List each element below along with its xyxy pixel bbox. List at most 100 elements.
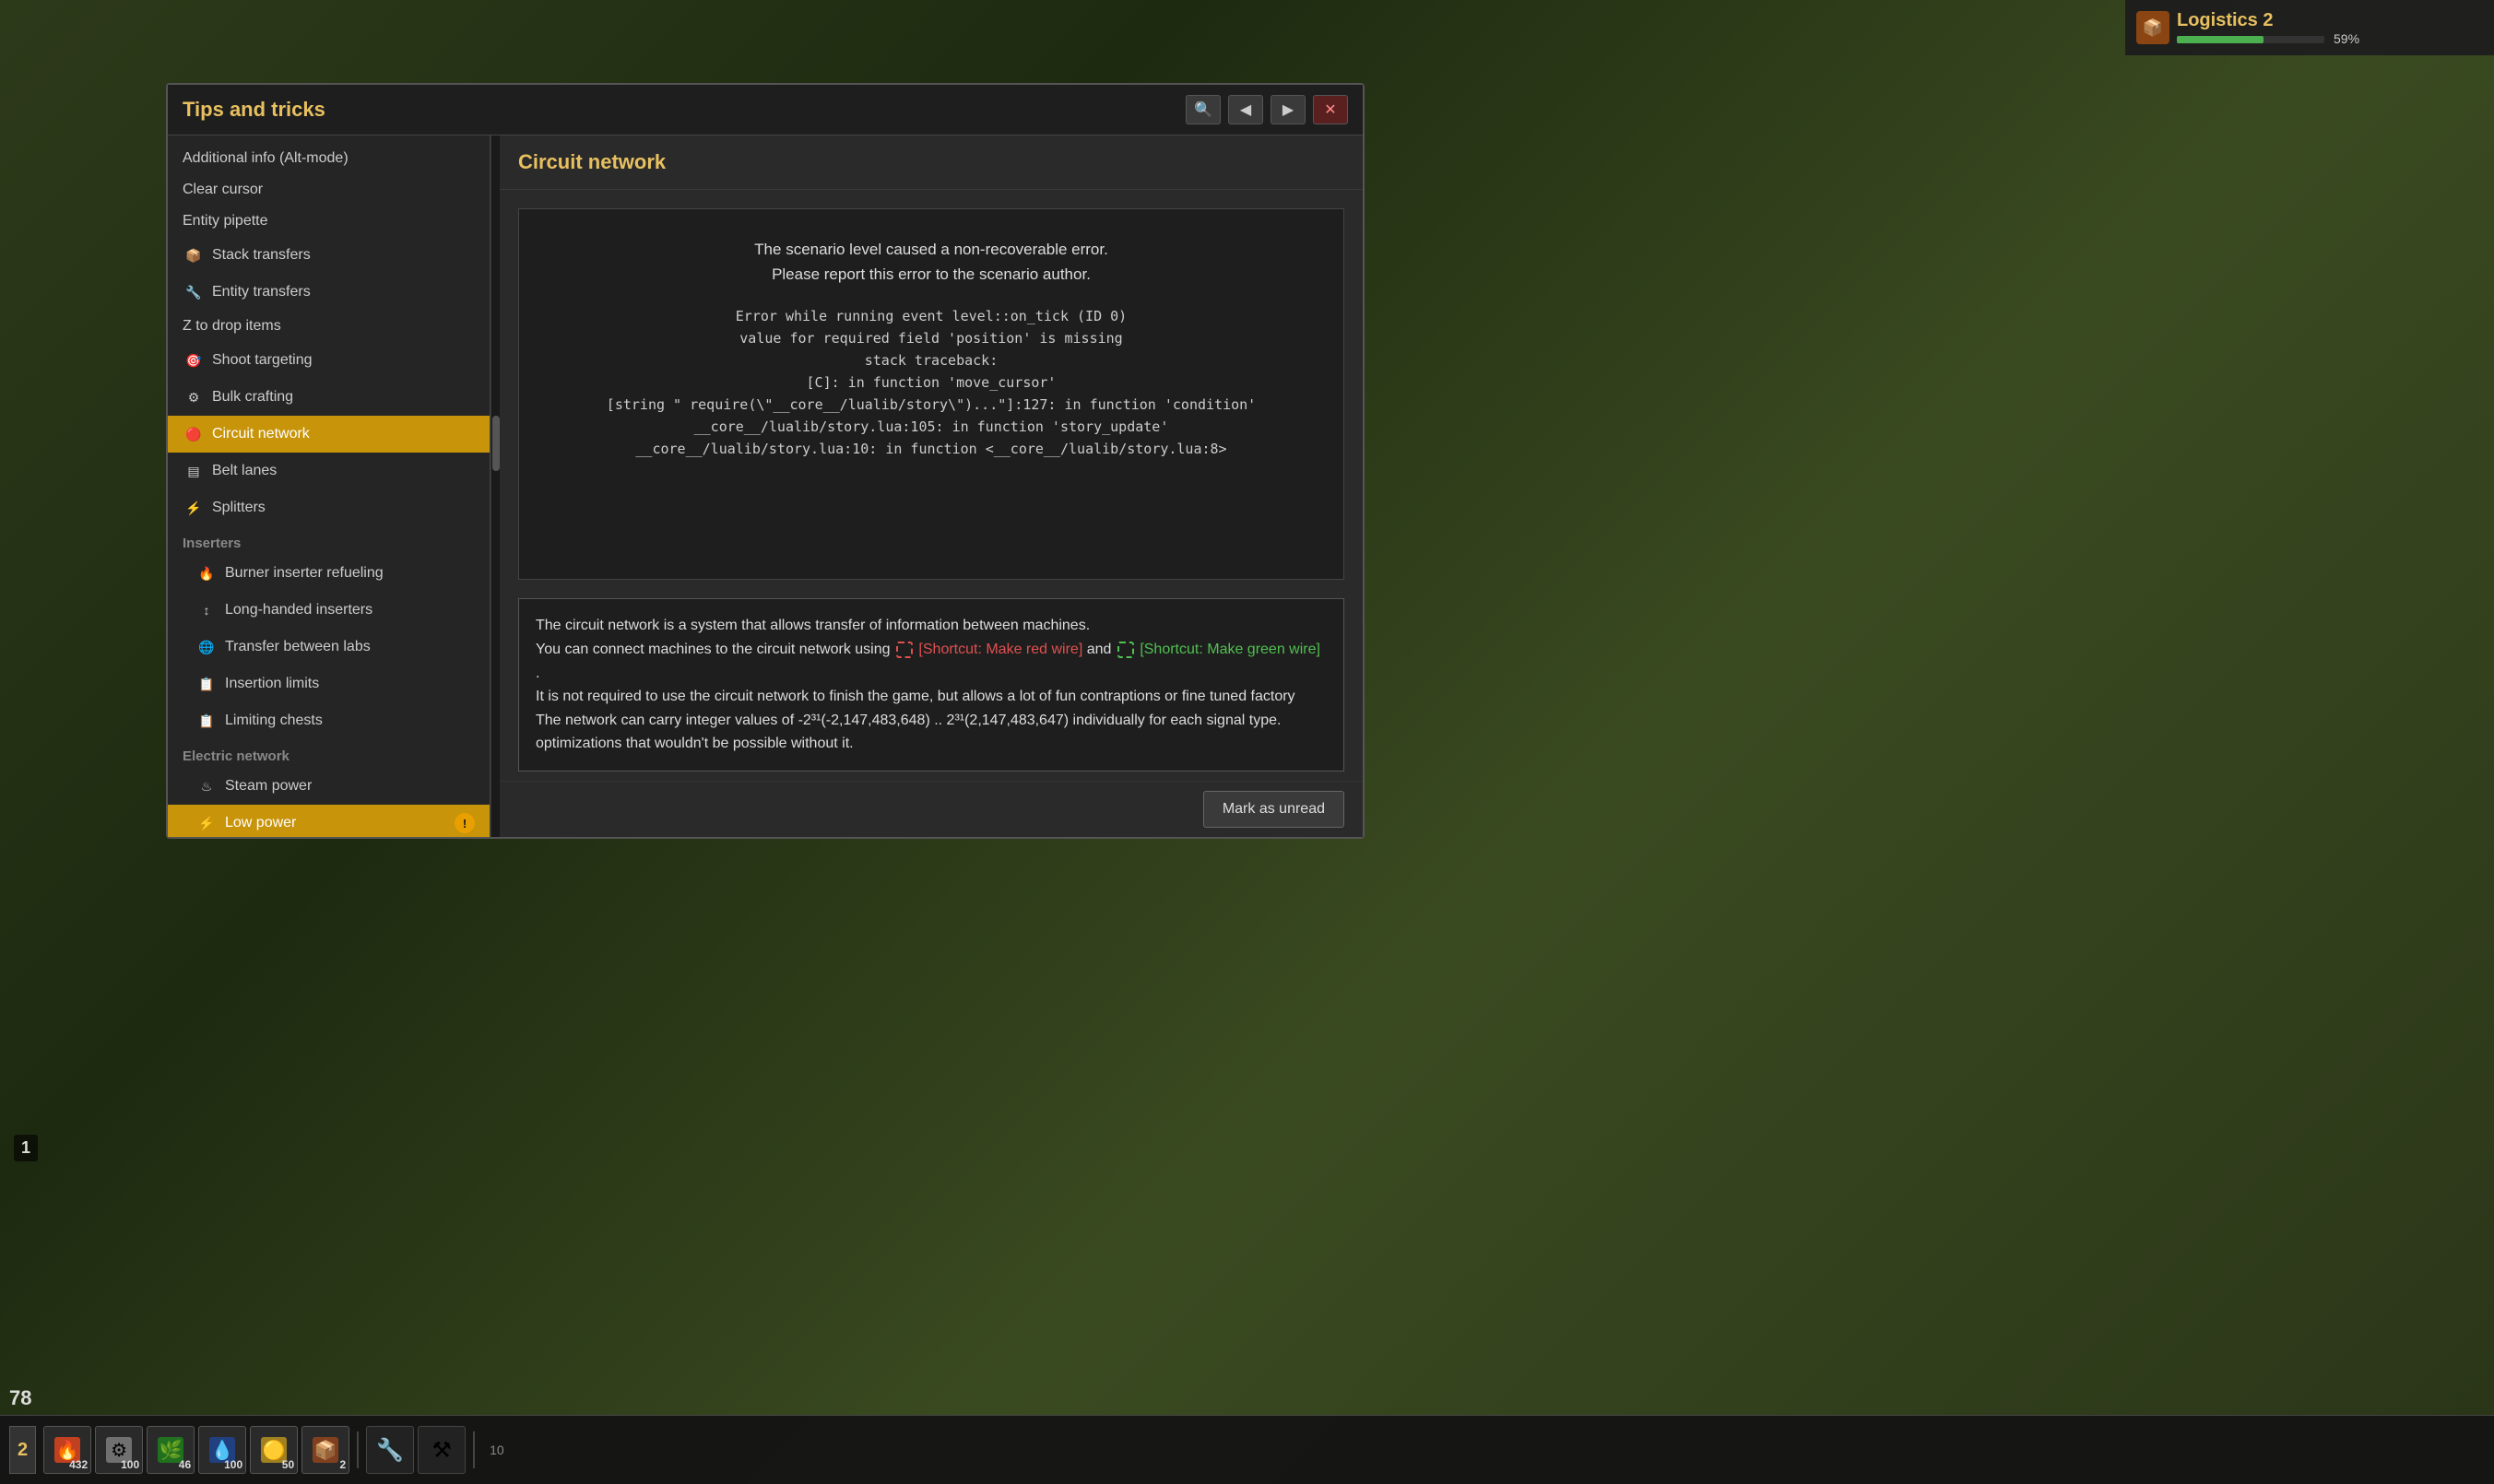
sidebar-item-z-drop[interactable]: Z to drop items <box>168 311 490 342</box>
sidebar-item-entity-pipette[interactable]: Entity pipette <box>168 206 490 237</box>
sidebar-label: Transfer between labs <box>225 639 371 655</box>
taskbar-item-4[interactable]: 🟡 50 <box>250 1426 298 1474</box>
logistics-icon: 📦 <box>2136 11 2169 44</box>
sidebar-item-circuit-network[interactable]: 🔴 Circuit network <box>168 416 490 453</box>
taskbar-tool-count: 10 <box>482 1443 504 1457</box>
sidebar-label: Limiting chests <box>225 713 323 729</box>
red-wire-link[interactable]: [Shortcut: Make red wire] <box>918 642 1082 657</box>
sidebar-label: Z to drop items <box>183 318 281 335</box>
top-progress-bar: 📦 Logistics 2 59% <box>2125 0 2494 55</box>
splitter-icon: ⚡ <box>183 497 205 519</box>
mark-unread-button[interactable]: Mark as unread <box>1203 791 1344 828</box>
description-box: The circuit network is a system that all… <box>518 598 1344 771</box>
error-code-1: value for required field 'position' is m… <box>547 327 1316 349</box>
error-code-3: [C]: in function 'move_cursor' <box>547 371 1316 394</box>
sidebar-item-burner-inserter[interactable]: 🔥 Burner inserter refueling <box>168 555 490 592</box>
taskbar-tool-1[interactable]: ⚒ <box>418 1426 466 1474</box>
sidebar-label: Stack transfers <box>212 247 311 264</box>
sidebar-item-shoot-targeting[interactable]: 🎯 Shoot targeting <box>168 342 490 379</box>
item-count-1: 100 <box>121 1458 139 1471</box>
sidebar-item-belt-lanes[interactable]: ▤ Belt lanes <box>168 453 490 489</box>
taskbar-item-1[interactable]: ⚙ 100 <box>95 1426 143 1474</box>
item-count-3: 100 <box>224 1458 242 1471</box>
desc-and-text: and <box>1087 642 1116 657</box>
search-button[interactable]: 🔍 <box>1186 95 1221 124</box>
taskbar-separator-2 <box>473 1431 475 1468</box>
green-wire-link[interactable]: [Shortcut: Make green wire] <box>1140 642 1320 657</box>
content-area: Circuit network The scenario level cause… <box>500 135 1363 837</box>
sidebar-item-transfer-labs[interactable]: 🌐 Transfer between labs <box>168 629 490 665</box>
taskbar-separator <box>357 1431 359 1468</box>
item-icon-5: 📦 <box>313 1437 338 1463</box>
lab-icon: 🌐 <box>195 636 218 658</box>
sidebar-item-long-handed[interactable]: ↕ Long-handed inserters <box>168 592 490 629</box>
error-code-6: __core__/lualib/story.lua:10: in functio… <box>547 438 1316 460</box>
sidebar-item-clear-cursor[interactable]: Clear cursor <box>168 174 490 206</box>
longhanded-icon: ↕ <box>195 599 218 621</box>
sidebar-label: Entity pipette <box>183 213 268 230</box>
desc-line-2: You can connect machines to the circuit … <box>536 638 1327 685</box>
taskbar-item-2[interactable]: 🌿 46 <box>147 1426 195 1474</box>
sidebar-label: Steam power <box>225 778 312 795</box>
sidebar-item-insertion-limits[interactable]: 📋 Insertion limits <box>168 665 490 702</box>
sidebar-label: Circuit network <box>212 426 310 442</box>
taskbar-tool-0[interactable]: 🔧 <box>366 1426 414 1474</box>
taskbar-number: 2 <box>9 1426 36 1474</box>
error-code-4: [string " require(\"__core__/lualib/stor… <box>547 394 1316 416</box>
content-title: Circuit network <box>500 135 1363 190</box>
burner-icon: 🔥 <box>195 562 218 584</box>
green-wire-icon-box <box>1117 642 1134 658</box>
sidebar: Additional info (Alt-mode) Clear cursor … <box>168 135 491 837</box>
logistics-info: Logistics 2 59% <box>2177 10 2483 46</box>
sidebar-item-steam-power[interactable]: ♨ Steam power <box>168 768 490 805</box>
red-wire-icon-box <box>896 642 913 658</box>
sidebar-label: Entity transfers <box>212 284 311 300</box>
window-body: Additional info (Alt-mode) Clear cursor … <box>168 135 1363 837</box>
sidebar-label: Low power <box>225 815 296 831</box>
inserters-section-label: Inserters <box>168 526 490 555</box>
error-box: The scenario level caused a non-recovera… <box>518 208 1344 580</box>
shoot-icon: 🎯 <box>183 349 205 371</box>
sidebar-item-entity-transfers[interactable]: 🔧 Entity transfers <box>168 274 490 311</box>
taskbar-item-3[interactable]: 💧 100 <box>198 1426 246 1474</box>
sidebar-label: Additional info (Alt-mode) <box>183 150 349 167</box>
item-count-4: 50 <box>282 1458 294 1471</box>
sidebar-label: Splitters <box>212 500 266 516</box>
logistics-progress-label: 59% <box>2334 31 2359 46</box>
scrollbar-thumb[interactable] <box>492 416 500 471</box>
sidebar-item-additional-info[interactable]: Additional info (Alt-mode) <box>168 143 490 174</box>
limit-icon: 📋 <box>195 673 218 695</box>
close-button[interactable]: ✕ <box>1313 95 1348 124</box>
item-count-2: 46 <box>179 1458 191 1471</box>
desc-line-4: The network can carry integer values of … <box>536 709 1327 733</box>
sidebar-item-low-power[interactable]: ⚡ Low power ! <box>168 805 490 837</box>
sidebar-scrollbar[interactable] <box>491 135 500 837</box>
sidebar-label: Long-handed inserters <box>225 602 372 618</box>
forward-button[interactable]: ▶ <box>1271 95 1306 124</box>
lowpower-icon: ⚡ <box>195 812 218 834</box>
bottom-bar: Mark as unread <box>500 781 1363 837</box>
error-code-0: Error while running event level::on_tick… <box>547 305 1316 327</box>
sidebar-label: Bulk crafting <box>212 389 293 406</box>
desc-connect-text: You can connect machines to the circuit … <box>536 642 894 657</box>
desc-line-1: The circuit network is a system that all… <box>536 614 1327 638</box>
error-code-5: __core__/lualib/story.lua:105: in functi… <box>547 416 1316 438</box>
error-code-2: stack traceback: <box>547 349 1316 371</box>
sidebar-item-splitters[interactable]: ⚡ Splitters <box>168 489 490 526</box>
sidebar-item-bulk-crafting[interactable]: ⚙ Bulk crafting <box>168 379 490 416</box>
taskbar-item-5[interactable]: 📦 2 <box>301 1426 349 1474</box>
back-button[interactable]: ◀ <box>1228 95 1263 124</box>
window-title: Tips and tricks <box>183 98 1178 122</box>
error-messages: The scenario level caused a non-recovera… <box>547 237 1316 287</box>
belt-icon: ▤ <box>183 460 205 482</box>
sidebar-item-stack-transfers[interactable]: 📦 Stack transfers <box>168 237 490 274</box>
taskbar: 2 🔥 432 ⚙ 100 🌿 46 💧 100 🟡 50 📦 2 🔧 ⚒ 10 <box>0 1415 2494 1484</box>
logistics-progress-container <box>2177 36 2324 43</box>
error-line-0: The scenario level caused a non-recovera… <box>547 237 1316 262</box>
error-line-1: Please report this error to the scenario… <box>547 262 1316 287</box>
desc-line-3: It is not required to use the circuit ne… <box>536 685 1327 709</box>
chest-icon: 📋 <box>195 710 218 732</box>
sidebar-item-limiting-chests[interactable]: 📋 Limiting chests <box>168 702 490 739</box>
item-count-0: 432 <box>69 1458 88 1471</box>
taskbar-item-0[interactable]: 🔥 432 <box>43 1426 91 1474</box>
